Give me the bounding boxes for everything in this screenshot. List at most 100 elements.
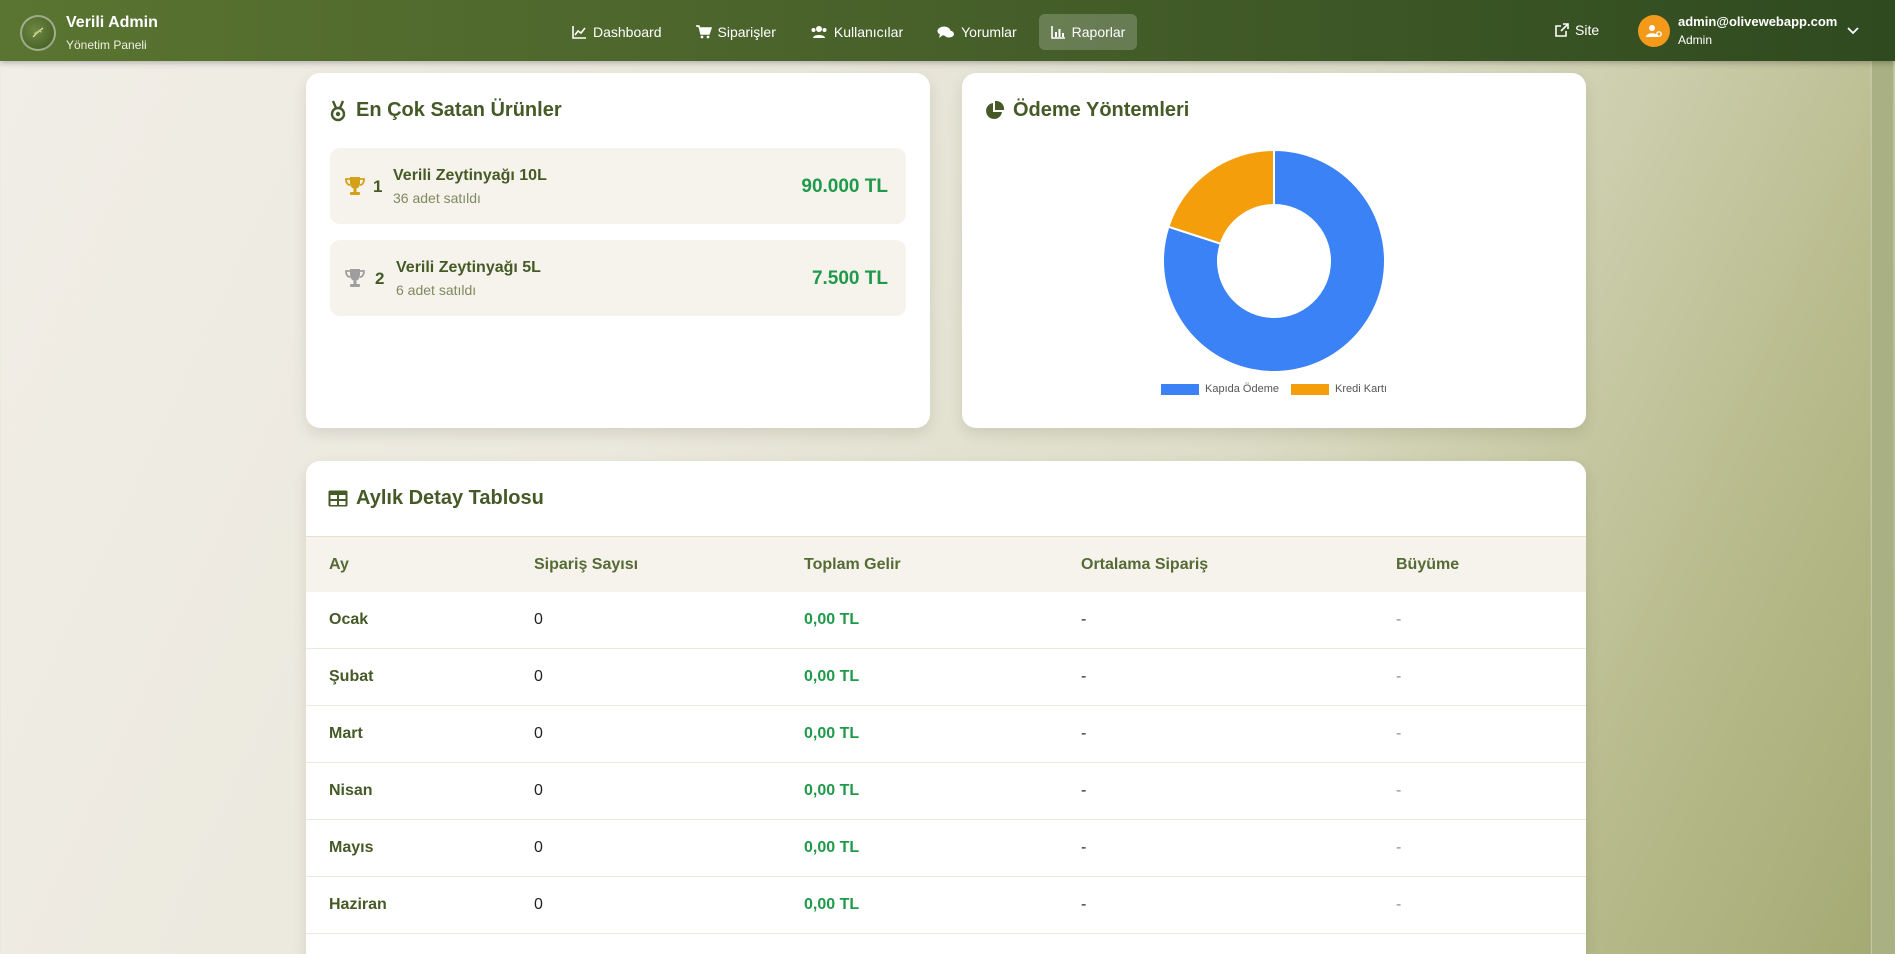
cell-month: Mayıs [329, 839, 374, 856]
table-row: Mayıs 0 0,00 TL - - [306, 820, 1586, 877]
nav-orders[interactable]: Siparişler [684, 14, 788, 50]
user-email: admin@olivewebapp.com [1678, 14, 1838, 29]
cell-month: Haziran [329, 896, 387, 913]
comments-icon [937, 26, 955, 38]
product-revenue: 7.500 TL [811, 268, 888, 289]
table-row: Nisan 0 0,00 TL - - [306, 763, 1586, 820]
user-role: Admin [1678, 33, 1713, 47]
cell-total-revenue: 0,00 TL [804, 725, 860, 742]
chart-line-icon [572, 26, 586, 39]
nav-reviews-label: Yorumlar [961, 24, 1017, 40]
nav-reviews[interactable]: Yorumlar [925, 14, 1029, 50]
product-item: 2 Verili Zeytinyağı 5L 6 adet satıldı 7.… [330, 240, 906, 316]
table-row: Mart 0 0,00 TL - - [306, 706, 1586, 763]
column-header-average-order[interactable]: Ortalama Sipariş [1081, 556, 1208, 574]
table-row: Haziran 0 0,00 TL - - [306, 877, 1586, 934]
cell-total-revenue: 0,00 TL [804, 839, 860, 856]
brand-subtitle: Yönetim Paneli [66, 38, 147, 52]
cell-month: Mart [329, 725, 363, 742]
external-link-icon [1555, 23, 1569, 37]
legend-swatch [1291, 383, 1330, 395]
cell-average-order: - [1081, 782, 1087, 799]
cell-order-count: 0 [534, 896, 543, 913]
user-menu[interactable]: admin@olivewebapp.com Admin [1638, 13, 1859, 48]
cell-average-order: - [1081, 668, 1087, 685]
user-avatar [1638, 14, 1670, 47]
cell-growth: - [1396, 668, 1402, 685]
product-item: 1 Verili Zeytinyağı 10L 36 adet satıldı … [330, 148, 906, 224]
cell-month: Ocak [329, 611, 369, 628]
monthly-detail-title: Aylık Detay Tablosu [328, 487, 544, 510]
legend-item[interactable]: Kapıda Ödeme [1161, 383, 1279, 395]
table-icon [328, 490, 348, 507]
product-sold-count: 36 adet satıldı [393, 190, 481, 206]
payment-methods-card: Ödeme Yöntemleri Kapıda Ödeme Kredi Kart… [962, 73, 1586, 428]
main-nav: Dashboard Siparişler Kullanıcılar Yoruml… [560, 14, 1147, 50]
top-navbar: Verili Admin Yönetim Paneli Dashboard Si… [0, 0, 1895, 61]
site-link[interactable]: Site [1555, 22, 1599, 38]
chart-bar-icon [1050, 26, 1065, 39]
cell-order-count: 0 [534, 668, 543, 685]
top-products-card: En Çok Satan Ürünler 1 Verili Zeytinyağı… [306, 73, 930, 428]
nav-dashboard-label: Dashboard [593, 24, 662, 40]
cell-order-count: 0 [534, 782, 543, 799]
table-row: Şubat 0 0,00 TL - - [306, 649, 1586, 706]
product-revenue: 90.000 TL [801, 176, 888, 197]
nav-reports-label: Raporlar [1071, 24, 1126, 40]
cell-order-count: 0 [534, 839, 543, 856]
brand[interactable]: Verili Admin Yönetim Paneli [20, 13, 158, 53]
cell-order-count: 0 [534, 725, 543, 742]
monthly-detail-card: Aylık Detay Tablosu Ay Sipariş Sayısı To… [306, 461, 1586, 954]
cell-month: Nisan [329, 782, 373, 799]
pie-slice-kredi-kartı[interactable] [1167, 148, 1275, 245]
column-header-month[interactable]: Ay [329, 556, 349, 574]
legend-swatch [1161, 383, 1200, 395]
cell-growth: - [1396, 611, 1402, 628]
product-rank: 1 [373, 177, 383, 196]
table-row: Ocak 0 0,00 TL - - [306, 592, 1586, 649]
cell-total-revenue: 0,00 TL [804, 611, 860, 628]
legend-label: Kredi Kartı [1335, 383, 1387, 395]
product-name: Verili Zeytinyağı 10L [393, 167, 547, 184]
cell-growth: - [1396, 782, 1402, 799]
payment-donut-chart [1162, 148, 1386, 373]
users-icon [811, 26, 827, 38]
scrollbar-thumb[interactable] [1871, 61, 1893, 954]
nav-users[interactable]: Kullanıcılar [798, 14, 915, 50]
top-products-title: En Çok Satan Ürünler [328, 99, 562, 122]
cell-average-order: - [1081, 611, 1087, 628]
cell-total-revenue: 0,00 TL [804, 668, 860, 685]
user-cog-icon [1646, 24, 1662, 37]
cell-average-order: - [1081, 725, 1087, 742]
brand-title: Verili Admin [66, 14, 158, 31]
chart-legend: Kapıda Ödeme Kredi Kartı [962, 383, 1586, 395]
chevron-down-icon [1847, 26, 1859, 34]
nav-dashboard[interactable]: Dashboard [560, 14, 674, 50]
table-header: Ay Sipariş Sayısı Toplam Gelir Ortalama … [306, 536, 1586, 592]
cell-average-order: - [1081, 839, 1087, 856]
product-sold-count: 6 adet satıldı [396, 282, 477, 298]
olive-logo-icon [20, 15, 56, 51]
legend-label: Kapıda Ödeme [1205, 383, 1280, 395]
cell-growth: - [1396, 839, 1402, 856]
cell-month: Şubat [329, 668, 374, 685]
cell-total-revenue: 0,00 TL [804, 782, 860, 799]
nav-reports[interactable]: Raporlar [1038, 14, 1138, 50]
trophy-gold-icon [345, 177, 365, 195]
nav-users-label: Kullanıcılar [833, 24, 904, 40]
column-header-total-revenue[interactable]: Toplam Gelir [804, 556, 901, 574]
column-header-growth[interactable]: Büyüme [1396, 556, 1459, 574]
legend-item[interactable]: Kredi Kartı [1291, 383, 1387, 395]
cart-icon [695, 25, 712, 39]
product-name: Verili Zeytinyağı 5L [396, 259, 541, 276]
product-rank: 2 [375, 269, 385, 288]
cell-average-order: - [1081, 896, 1087, 913]
monthly-detail-heading: Aylık Detay Tablosu [356, 487, 544, 509]
cell-growth: - [1396, 725, 1402, 742]
site-link-label: Site [1575, 22, 1600, 38]
column-header-order-count[interactable]: Sipariş Sayısı [534, 556, 638, 574]
top-products-heading: En Çok Satan Ürünler [356, 99, 562, 121]
trophy-silver-icon [345, 269, 365, 287]
cell-growth: - [1396, 896, 1402, 913]
cell-order-count: 0 [534, 611, 543, 628]
